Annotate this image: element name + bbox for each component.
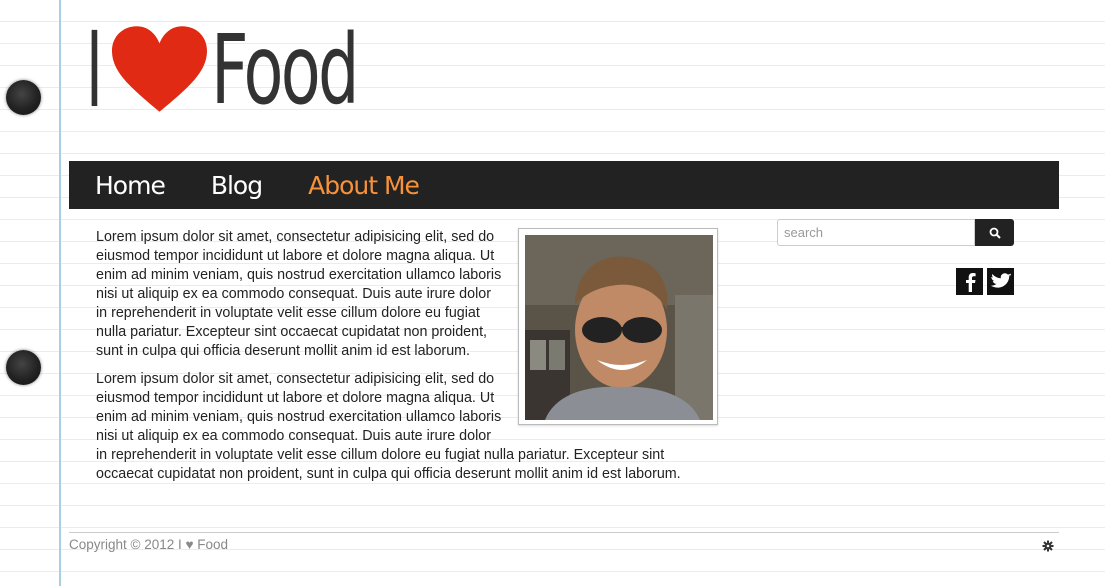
- search-button[interactable]: [975, 219, 1014, 246]
- binder-hole-top: [6, 80, 41, 115]
- nav-about-me[interactable]: About Me: [308, 171, 420, 200]
- logo-text-i: I: [86, 8, 103, 131]
- social-links: [956, 268, 1014, 295]
- binder-hole-bottom: [6, 350, 41, 385]
- twitter-button[interactable]: [987, 268, 1014, 295]
- heart-icon: [112, 25, 207, 112]
- logo-text-food: Food: [211, 13, 359, 126]
- main-content: Lorem ipsum dolor sit amet, consectetur …: [96, 228, 718, 493]
- search-input[interactable]: [777, 219, 975, 246]
- main-navbar: Home Blog About Me: [69, 161, 1059, 209]
- notebook-margin-line: [59, 0, 61, 586]
- footer-divider: [69, 532, 1059, 533]
- search-icon: [989, 227, 1001, 239]
- profile-photo-image: [525, 235, 713, 420]
- facebook-button[interactable]: [956, 268, 983, 295]
- copyright-text: Copyright © 2012 I ♥ Food: [69, 537, 229, 552]
- twitter-icon: [990, 273, 1011, 288]
- site-logo[interactable]: I Food: [86, 12, 425, 127]
- profile-photo: [518, 228, 718, 425]
- search-bar: [777, 219, 1014, 246]
- nav-home[interactable]: Home: [95, 171, 166, 200]
- nav-blog[interactable]: Blog: [211, 171, 263, 200]
- gear-icon[interactable]: [1042, 540, 1054, 552]
- facebook-icon: [965, 272, 976, 292]
